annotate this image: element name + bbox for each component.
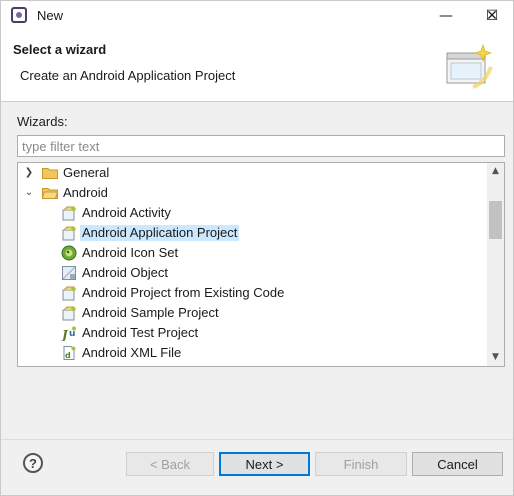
tree-item-android-activity[interactable]: Android Activity bbox=[18, 203, 488, 223]
title-bar: New — ☐ ✕ bbox=[1, 1, 513, 31]
filter-input[interactable] bbox=[17, 135, 505, 157]
back-button[interactable]: < Back bbox=[126, 452, 214, 476]
wizards-label: Wizards: bbox=[17, 114, 68, 129]
android-wizard-icon bbox=[62, 286, 76, 301]
tree-item-android-icon-set[interactable]: Android Icon Set bbox=[18, 243, 488, 263]
tree-item-label: Android Activity bbox=[82, 205, 171, 220]
next-button[interactable]: Next > bbox=[219, 452, 310, 476]
tree-item-label: Android Test Project bbox=[82, 325, 199, 340]
android-wizard-icon bbox=[62, 226, 76, 241]
footer-separator bbox=[1, 439, 513, 440]
chevron-down-icon[interactable]: ⌄ bbox=[23, 185, 35, 201]
android-wizard-icon bbox=[62, 306, 76, 321]
close-button[interactable]: ✕ bbox=[469, 1, 514, 31]
finish-button[interactable]: Finish bbox=[315, 452, 407, 476]
tree-group-label: Android bbox=[63, 185, 108, 200]
tree-item-label: Android Object bbox=[82, 265, 168, 280]
folder-icon bbox=[42, 168, 58, 179]
android-icon-set-icon bbox=[61, 245, 77, 261]
tree-group-android[interactable]: ⌄ Android bbox=[18, 183, 488, 203]
wizard-tree: ❯ General ⌄ Android Android Activity And… bbox=[17, 162, 505, 367]
junit-icon: J u bbox=[61, 326, 76, 341]
help-button[interactable]: ? bbox=[23, 453, 43, 473]
xml-file-icon: d bbox=[63, 346, 76, 360]
new-wizard-dialog: New — ☐ ✕ Select a wizard Create an Andr… bbox=[0, 0, 514, 496]
tree-item-label: Android Icon Set bbox=[82, 245, 179, 260]
tree-item-android-project-from-existing-code[interactable]: Android Project from Existing Code bbox=[18, 283, 488, 303]
android-wizard-icon bbox=[62, 206, 76, 221]
scrollbar-thumb[interactable] bbox=[489, 201, 502, 239]
header-description: Create an Android Application Project bbox=[20, 68, 236, 83]
scroll-down-icon[interactable]: ▼ bbox=[487, 349, 504, 366]
svg-text:u: u bbox=[69, 329, 75, 339]
tree-item-android-xml-file[interactable]: d Android XML File bbox=[18, 343, 488, 363]
svg-text:d: d bbox=[65, 351, 71, 360]
tree-group-general[interactable]: ❯ General bbox=[18, 163, 488, 183]
tree-item-label: Android Sample Project bbox=[82, 305, 219, 320]
tree-group-label: General bbox=[63, 165, 110, 180]
window-title: New bbox=[37, 8, 64, 23]
eclipse-app-icon bbox=[11, 7, 27, 23]
cancel-button[interactable]: Cancel bbox=[412, 452, 503, 476]
tree-vertical-scrollbar[interactable]: ▲ ▼ bbox=[487, 163, 504, 366]
wizard-header: Select a wizard Create an Android Applic… bbox=[1, 31, 513, 102]
chevron-right-icon[interactable]: ❯ bbox=[23, 165, 35, 181]
tree-item-label: Android Project from Existing Code bbox=[82, 285, 285, 300]
new-wizard-banner-icon bbox=[446, 44, 493, 89]
tree-item-label: Android XML File bbox=[82, 345, 182, 360]
svg-text:J: J bbox=[61, 328, 69, 341]
tree-item-android-sample-project[interactable]: Android Sample Project bbox=[18, 303, 488, 323]
tree-item-label: Android Application Project bbox=[80, 225, 240, 241]
folder-open-icon bbox=[42, 188, 58, 199]
header-title: Select a wizard bbox=[13, 42, 107, 57]
scroll-up-icon[interactable]: ▲ bbox=[487, 163, 504, 180]
tree-item-android-application-project[interactable]: Android Application Project bbox=[18, 223, 488, 243]
tree-item-android-object[interactable]: Android Object bbox=[18, 263, 488, 283]
minimize-button[interactable]: — bbox=[423, 1, 469, 31]
tree-item-android-test-project[interactable]: J u Android Test Project bbox=[18, 323, 488, 343]
android-object-icon bbox=[62, 266, 76, 280]
